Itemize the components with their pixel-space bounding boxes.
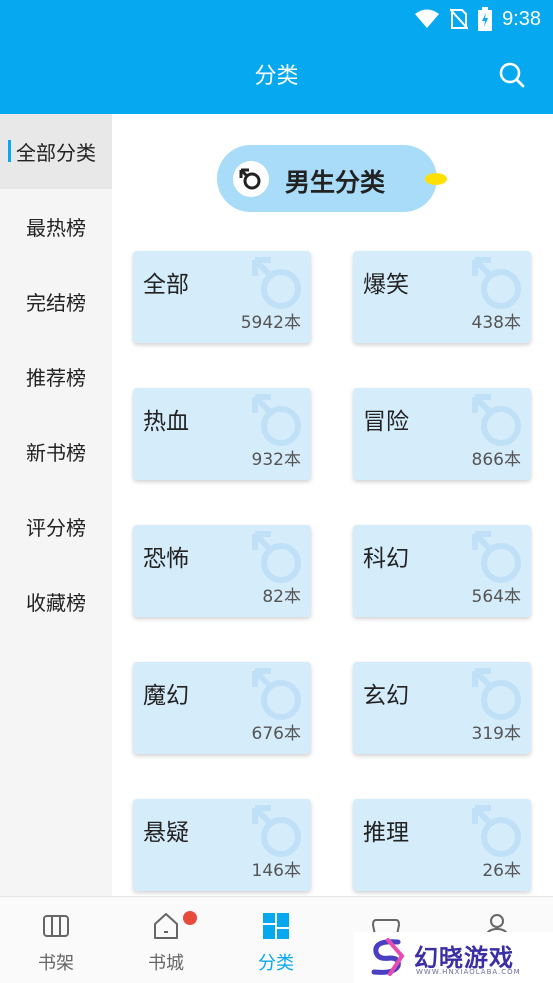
- sidebar-item-label: 最热榜: [26, 216, 86, 240]
- sidebar-item-recommended[interactable]: 推荐榜: [0, 339, 112, 414]
- no-sim-icon: [450, 8, 469, 30]
- category-card[interactable]: 魔幻 676本: [133, 662, 311, 754]
- category-panel: 男生分类 全部 5942本 爆笑 438本热血 932本 冒险 866本恐怖 82本 科幻 564…: [112, 114, 553, 896]
- status-bar: 9:38: [0, 0, 553, 38]
- home-icon: [154, 913, 178, 939]
- sidebar-item-new-books[interactable]: 新书榜: [0, 414, 112, 489]
- male-symbol-icon: [252, 805, 301, 857]
- nav-label: 书架: [38, 953, 74, 974]
- notification-badge: [183, 911, 197, 925]
- male-symbol-icon: [252, 394, 301, 446]
- sidebar-item-hottest[interactable]: 最热榜: [0, 189, 112, 264]
- category-card[interactable]: 全部 5942本: [133, 251, 311, 343]
- decorative-dot: [425, 173, 447, 185]
- category-card[interactable]: 科幻 564本: [353, 525, 531, 617]
- category-name: 悬疑: [143, 820, 189, 846]
- category-card[interactable]: 玄幻 319本: [353, 662, 531, 754]
- male-symbol-icon: [472, 805, 521, 857]
- category-card[interactable]: 推理 26本: [353, 799, 531, 891]
- sidebar-item-label: 完结榜: [26, 291, 86, 315]
- category-count: 146本: [251, 861, 301, 881]
- sidebar-item-label: 全部分类: [16, 141, 96, 165]
- category-name: 魔幻: [143, 683, 189, 709]
- sidebar-item-rating[interactable]: 评分榜: [0, 489, 112, 564]
- category-name: 推理: [363, 820, 409, 846]
- male-symbol-icon: [252, 257, 301, 309]
- category-count: 564本: [471, 587, 521, 607]
- watermark-subtext: WWW.HNXIAOLABA.COM: [416, 968, 521, 976]
- nav-label: 分类: [258, 953, 294, 974]
- section-header-pill[interactable]: 男生分类: [217, 145, 447, 212]
- app-header: 9:38 分类: [0, 0, 553, 114]
- category-name: 爆笑: [363, 272, 409, 298]
- sidebar-item-label: 推荐榜: [26, 366, 86, 390]
- category-count: 5942本: [240, 313, 301, 333]
- battery-charging-icon: [478, 7, 493, 31]
- male-symbol-icon: [472, 394, 521, 446]
- page-title: 分类: [254, 64, 299, 89]
- nav-tab-bookshelf[interactable]: 书架: [1, 897, 111, 983]
- status-time: 9:38: [502, 7, 541, 30]
- category-count: 82本: [262, 587, 301, 607]
- category-card[interactable]: 爆笑 438本: [353, 251, 531, 343]
- bookshelf-icon: [43, 915, 69, 937]
- category-count: 932本: [251, 450, 301, 470]
- sidebar-item-label: 评分榜: [26, 516, 86, 540]
- category-count: 438本: [471, 313, 521, 333]
- sidebar-item-all-categories[interactable]: 全部分类: [0, 114, 112, 189]
- male-symbol-icon: [233, 161, 269, 197]
- sidebar: 全部分类 最热榜 完结榜 推荐榜 新书榜 评分榜 收藏榜: [0, 114, 112, 896]
- logo-mark-icon: [371, 938, 405, 976]
- category-grid-icon: [263, 913, 289, 939]
- sidebar-item-label: 新书榜: [26, 441, 86, 465]
- section-title: 男生分类: [285, 168, 386, 197]
- category-name: 热血: [143, 409, 189, 435]
- search-icon: [499, 62, 525, 88]
- male-symbol-icon: [252, 531, 301, 583]
- category-count: 26本: [482, 861, 521, 881]
- sidebar-item-completed[interactable]: 完结榜: [0, 264, 112, 339]
- category-name: 玄幻: [363, 683, 409, 709]
- category-count: 319本: [471, 724, 521, 744]
- category-count: 676本: [251, 724, 301, 744]
- wifi-icon: [415, 9, 440, 28]
- category-card[interactable]: 悬疑 146本: [133, 799, 311, 891]
- category-name: 恐怖: [143, 546, 189, 572]
- category-card[interactable]: 热血 932本: [133, 388, 311, 480]
- nav-tab-category[interactable]: 分类: [221, 897, 331, 983]
- category-card[interactable]: 恐怖 82本: [133, 525, 311, 617]
- category-count: 866本: [471, 450, 521, 470]
- watermark-logo: 幻晓游戏 WWW.HNXIAOLABA.COM: [354, 932, 553, 983]
- male-symbol-icon: [472, 257, 521, 309]
- category-card[interactable]: 冒险 866本: [353, 388, 531, 480]
- male-symbol-icon: [472, 668, 521, 720]
- male-symbol-icon: [472, 531, 521, 583]
- search-button[interactable]: [497, 60, 527, 90]
- male-symbol-icon: [252, 668, 301, 720]
- sidebar-item-favorites[interactable]: 收藏榜: [0, 564, 112, 639]
- sidebar-item-label: 收藏榜: [26, 591, 86, 615]
- category-name: 冒险: [363, 409, 409, 435]
- nav-label: 书城: [148, 953, 184, 974]
- category-name: 科幻: [363, 546, 409, 572]
- category-name: 全部: [143, 272, 189, 298]
- nav-tab-bookstore[interactable]: 书城: [111, 897, 221, 983]
